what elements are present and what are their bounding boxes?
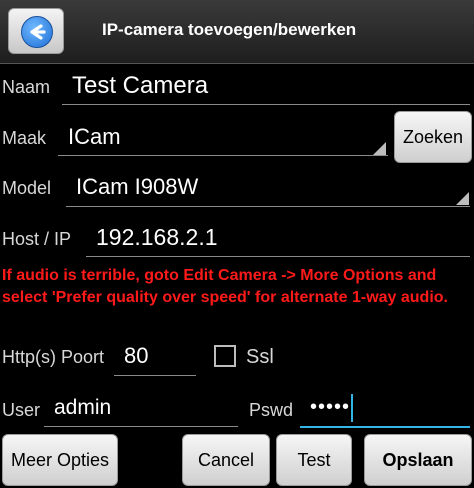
model-underline <box>66 206 470 207</box>
port-input[interactable]: 80 <box>124 343 148 369</box>
maak-spinner[interactable]: ICam <box>68 124 121 150</box>
audio-warning-text: If audio is terrible, goto Edit Camera -… <box>2 267 448 306</box>
model-dropdown-icon <box>456 192 469 205</box>
pswd-input[interactable]: ••••• <box>310 396 350 419</box>
title-bar: IP-camera toevoegen/bewerken <box>0 0 474 64</box>
back-arrow-icon <box>21 16 53 48</box>
port-underline <box>114 375 196 376</box>
maak-dropdown-icon <box>373 142 386 155</box>
maak-underline <box>58 155 388 156</box>
maak-label: Maak <box>2 128 47 148</box>
pswd-underline <box>300 426 470 428</box>
naam-input[interactable]: Test Camera <box>72 72 208 100</box>
ssl-label: Ssl <box>246 346 274 368</box>
save-button[interactable]: Opslaan <box>364 434 472 486</box>
cancel-button[interactable]: Cancel <box>182 434 270 486</box>
user-label: User <box>2 400 41 420</box>
host-input[interactable]: 192.168.2.1 <box>96 224 218 251</box>
zoeken-button[interactable]: Zoeken <box>394 111 472 163</box>
host-label: Host / IP <box>2 229 72 249</box>
host-underline <box>86 256 470 257</box>
back-button[interactable] <box>8 8 64 54</box>
model-spinner[interactable]: ICam I908W <box>76 174 198 200</box>
text-cursor <box>351 394 353 422</box>
pswd-label: Pswd <box>249 400 294 420</box>
test-button[interactable]: Test <box>276 434 352 486</box>
user-underline <box>44 426 238 427</box>
port-label: Http(s) Poort <box>2 347 105 367</box>
user-input[interactable]: admin <box>54 396 111 420</box>
more-options-button[interactable]: Meer Opties <box>2 434 118 486</box>
model-label: Model <box>2 178 52 198</box>
naam-label: Naam <box>2 77 51 97</box>
ssl-checkbox[interactable] <box>214 345 236 367</box>
page-title: IP-camera toevoegen/bewerken <box>102 20 357 39</box>
naam-underline <box>62 104 470 105</box>
